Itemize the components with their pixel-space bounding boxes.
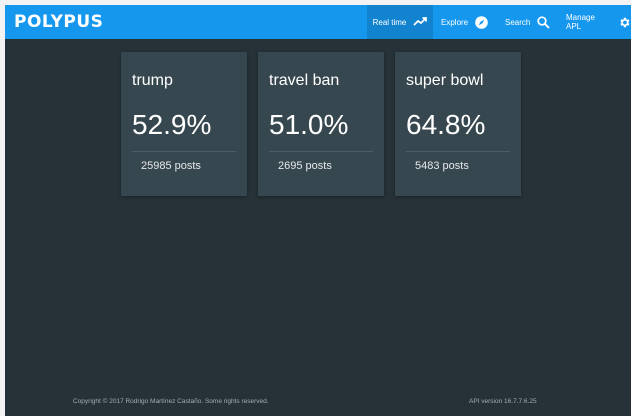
topic-card-super-bowl[interactable]: super bowl 64.8% 5483 posts — [395, 52, 521, 196]
card-topic: travel ban — [269, 72, 340, 89]
card-percentage: 64.8% — [406, 109, 486, 140]
footer-copyright: Copyright © 2017 Rodrigo Martínez Castañ… — [73, 398, 269, 405]
topic-card-travel-ban[interactable]: travel ban 51.0% 2695 posts — [258, 52, 384, 196]
card-percentage: 51.0% — [269, 109, 349, 140]
card-divider — [406, 151, 510, 152]
nav-search[interactable]: Search — [505, 5, 551, 39]
card-post-count: 2695 posts — [278, 160, 332, 172]
top-navbar: POLYPUS Real time Explore Search Manage … — [5, 5, 631, 39]
footer-api-version: API version 16.7.7.6.25 — [469, 398, 537, 405]
topic-card-trump[interactable]: trump 52.9% 25985 posts — [121, 52, 247, 196]
search-icon — [537, 15, 551, 29]
nav-explore-label: Explore — [441, 17, 469, 27]
gear-icon — [620, 17, 630, 27]
card-topic: trump — [132, 72, 173, 89]
card-post-count: 5483 posts — [415, 160, 469, 172]
trending-up-icon — [413, 17, 428, 26]
app-frame: POLYPUS Real time Explore Search Manage … — [5, 5, 631, 416]
nav-realtime[interactable]: Real time — [367, 5, 433, 39]
nav-search-label: Search — [505, 17, 531, 27]
card-post-count: 25985 posts — [141, 160, 201, 172]
card-topic: super bowl — [406, 72, 484, 89]
card-divider — [269, 151, 373, 152]
card-percentage: 52.9% — [132, 109, 212, 140]
card-divider — [132, 151, 236, 152]
nav-manage-api[interactable]: Manage APL — [566, 5, 631, 39]
compass-icon — [475, 15, 488, 29]
nav-realtime-label: Real time — [372, 17, 407, 27]
polypus-logo[interactable]: POLYPUS — [14, 12, 103, 32]
nav-manage-label: Manage APL — [566, 13, 595, 31]
nav-explore[interactable]: Explore — [441, 5, 488, 39]
